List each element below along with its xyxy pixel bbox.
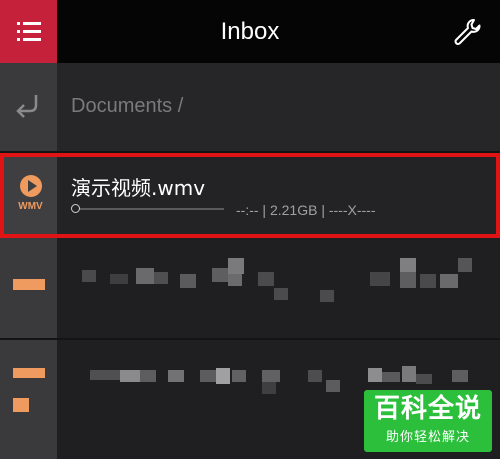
path-row[interactable]: Documents /: [0, 63, 500, 151]
progress-track[interactable]: [72, 208, 224, 210]
file-item-selected[interactable]: WMV 演示视频.wmv --:-- | 2.21GB | ----X----: [0, 153, 500, 238]
progress-handle[interactable]: [71, 204, 80, 213]
file-icon: [13, 279, 45, 290]
top-bar: Inbox: [0, 0, 500, 63]
watermark-title: 百科全说: [373, 394, 482, 424]
watermark-logo: 百科全说 助你轻松解决: [364, 390, 492, 452]
file-type-label: WMV: [18, 201, 43, 212]
back-arrow-icon[interactable]: [12, 91, 44, 121]
file-name: 演示视频.wmv: [71, 176, 206, 200]
list-item[interactable]: [0, 238, 500, 338]
play-icon[interactable]: [19, 175, 42, 197]
watermark-subtitle: 助你轻松解决: [385, 430, 470, 445]
file-meta: --:-- | 2.21GB | ----X----: [236, 202, 376, 218]
file-type-icon: WMV: [4, 157, 57, 234]
breadcrumb[interactable]: Documents /: [71, 95, 183, 118]
page-title: Inbox: [220, 18, 280, 45]
wrench-icon[interactable]: [452, 17, 482, 47]
file-icon: [13, 368, 45, 378]
